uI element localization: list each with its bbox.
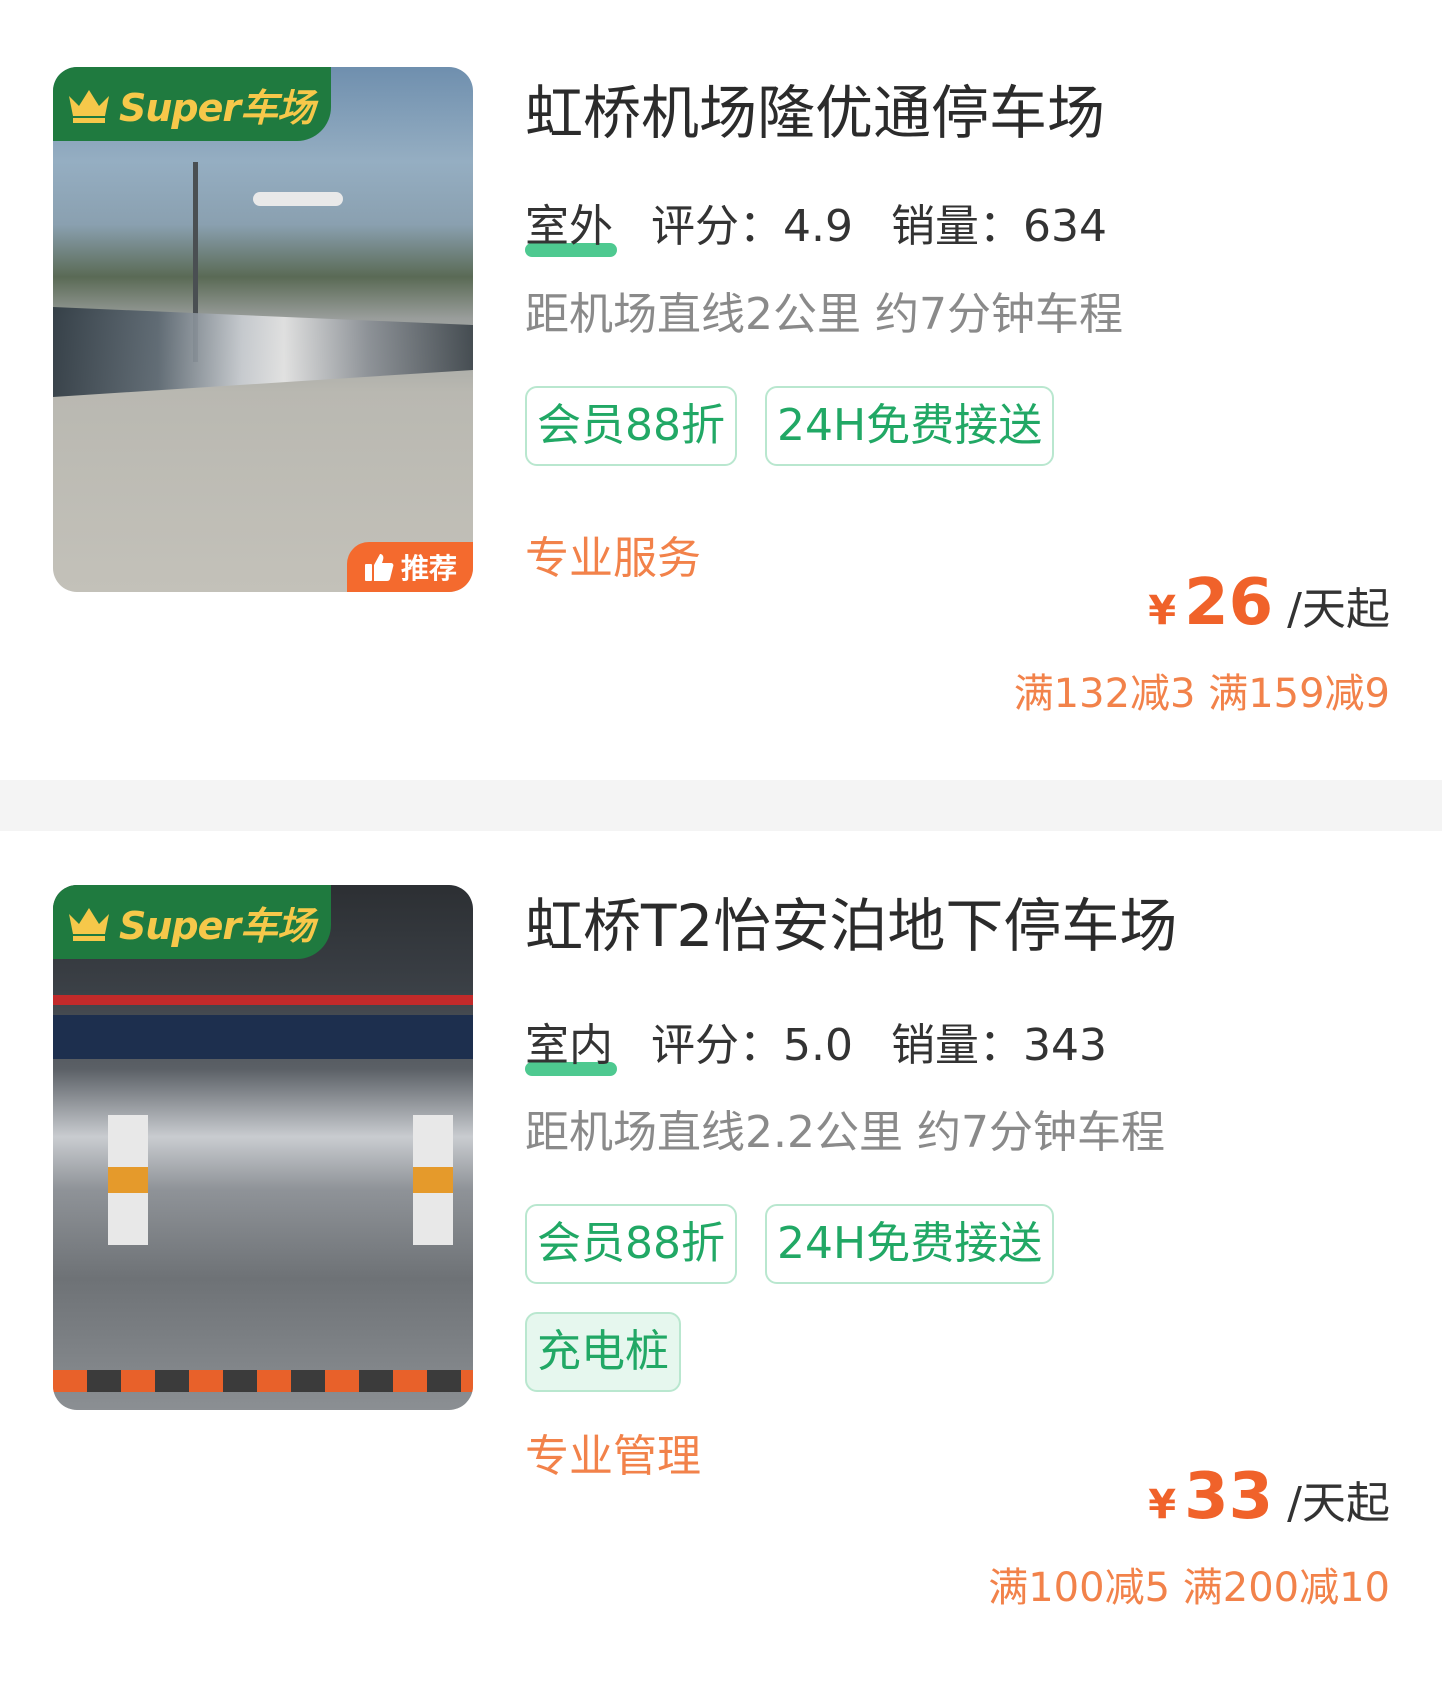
recommend-label: 推荐 (400, 552, 457, 585)
parking-title[interactable]: 虹桥T2怡安泊地下停车场 (525, 897, 1177, 955)
service-label: 专业服务 (525, 533, 701, 584)
environment-label: 室外 (525, 205, 617, 257)
price-amount: 33 (1184, 1460, 1274, 1534)
pillar-left (108, 1115, 148, 1245)
meta-row: 室外 评分：4.9 销量：634 (525, 201, 1107, 257)
parking-card-1[interactable]: Super车场 推荐 虹桥机场隆优通停车场 室外 评分：4.9 销量：634 距… (0, 0, 1442, 780)
crown-icon (69, 90, 109, 123)
environment-text: 室内 (525, 1020, 613, 1071)
outdoor-lot-image (53, 67, 473, 592)
discount-info: 满132减3 满159减9 (1013, 671, 1390, 717)
service-label: 专业管理 (525, 1431, 701, 1482)
airplane (253, 192, 343, 206)
pillar-right (413, 1115, 453, 1245)
currency-symbol: ¥ (1148, 588, 1177, 634)
environment-text: 室外 (525, 201, 613, 252)
super-badge-label: Super车场 (119, 903, 315, 948)
super-badge-label: Super车场 (119, 85, 315, 130)
distance-info: 距机场直线2公里 约7分钟车程 (525, 289, 1123, 340)
parking-photo[interactable]: Super车场 推荐 (53, 67, 473, 592)
currency-symbol: ¥ (1148, 1482, 1177, 1528)
price: ¥ 33 /天起 (1148, 1460, 1390, 1534)
ceiling-red-line (53, 995, 473, 1005)
parked-cars (53, 307, 473, 397)
tag-member-discount: 会员88折 (525, 386, 737, 466)
parking-title[interactable]: 虹桥机场隆优通停车场 (525, 84, 1105, 142)
tag-list: 会员88折 24H免费接送 (525, 386, 1225, 466)
zone-sign (53, 1015, 473, 1059)
indoor-garage-image (53, 885, 473, 1410)
crown-icon (69, 908, 109, 941)
recommend-badge: 推荐 (347, 542, 473, 592)
tag-member-discount: 会员88折 (525, 1204, 737, 1284)
tag-free-shuttle: 24H免费接送 (765, 1204, 1055, 1284)
parking-card-2[interactable]: Super车场 虹桥T2怡安泊地下停车场 室内 评分：5.0 销量：343 距机… (0, 831, 1442, 1681)
price-unit: /天起 (1287, 584, 1390, 635)
discount-info: 满100减5 满200减10 (988, 1565, 1390, 1611)
speed-bump (53, 1370, 473, 1392)
tag-charging-station: 充电桩 (525, 1312, 681, 1392)
tag-list: 会员88折 24H免费接送 充电桩 (525, 1204, 1225, 1392)
card-divider (0, 780, 1442, 831)
rating: 评分：5.0 (651, 1020, 853, 1071)
thumbs-up-icon (364, 554, 394, 581)
super-badge: Super车场 (53, 885, 331, 959)
distance-info: 距机场直线2.2公里 约7分钟车程 (525, 1107, 1165, 1158)
meta-row: 室内 评分：5.0 销量：343 (525, 1020, 1107, 1076)
environment-label: 室内 (525, 1024, 617, 1076)
parking-photo[interactable]: Super车场 (53, 885, 473, 1410)
super-badge: Super车场 (53, 67, 331, 141)
price: ¥ 26 /天起 (1148, 566, 1390, 640)
price-amount: 26 (1184, 566, 1274, 640)
sales-count: 销量：634 (890, 201, 1107, 252)
rating: 评分：4.9 (651, 201, 853, 252)
price-unit: /天起 (1287, 1478, 1390, 1529)
sales-count: 销量：343 (890, 1020, 1107, 1071)
tag-free-shuttle: 24H免费接送 (765, 386, 1055, 466)
